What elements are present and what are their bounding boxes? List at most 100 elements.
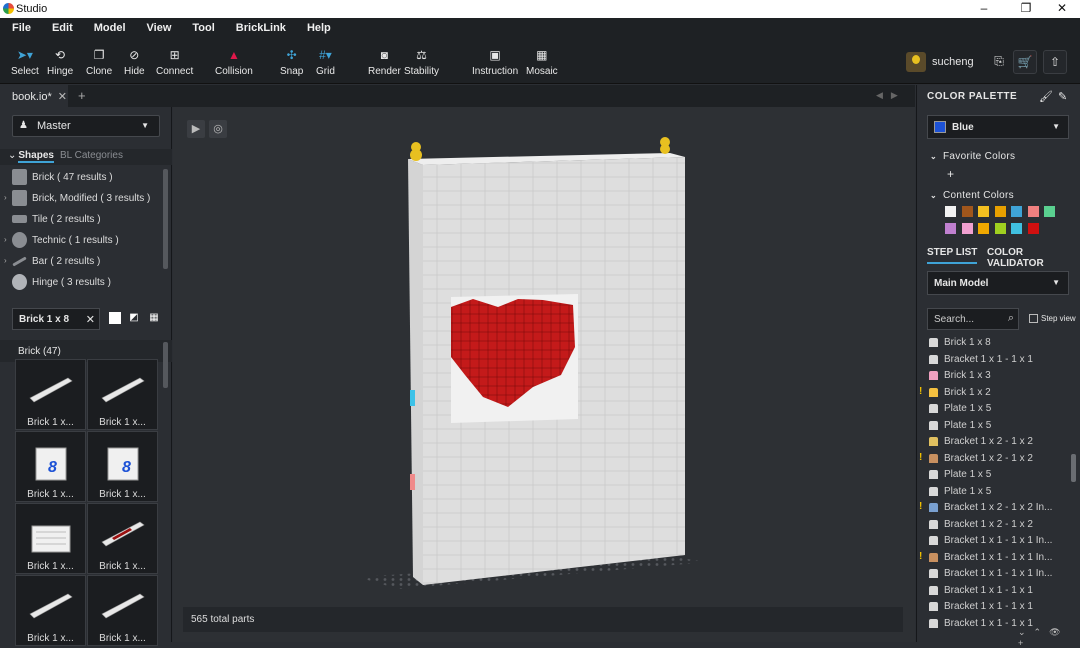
chevron-right-icon[interactable]: › [4, 193, 7, 202]
chevron-right-icon[interactable]: › [4, 256, 7, 265]
step-list-item[interactable]: ! Bracket 1 x 2 - 1 x 2 [917, 451, 1067, 467]
menu-tool[interactable]: Tool [192, 22, 214, 34]
step-list-item[interactable]: Bracket 1 x 1 - 1 x 1 In... [917, 533, 1067, 549]
color-swatch[interactable] [978, 206, 989, 217]
part-tile[interactable]: Brick 1 x... [87, 575, 158, 646]
view-solid-icon[interactable] [109, 312, 121, 324]
minimize-button[interactable]: – [970, 1, 998, 15]
part-tile[interactable]: Brick 1 x... [15, 575, 86, 646]
color-swatch[interactable] [1044, 206, 1055, 217]
login-icon[interactable]: ⎘ [987, 50, 1011, 74]
step-list-controls[interactable]: ⌄⌃👁+ [1018, 627, 1080, 648]
paint-bucket-icon[interactable]: 🖌 [1039, 90, 1053, 103]
tab-nav-arrows[interactable]: ◀▶ [876, 90, 906, 101]
chevron-right-icon[interactable]: › [4, 235, 7, 244]
category-item[interactable]: › Technic ( 1 results ) [0, 230, 165, 251]
step-list-item[interactable]: Bracket 1 x 1 - 1 x 1 [917, 599, 1067, 615]
lego-model[interactable] [173, 107, 915, 607]
color-swatch[interactable] [978, 223, 989, 234]
collision-tool-button[interactable]: ▲ Collision [215, 48, 253, 77]
favorite-colors-header[interactable]: ⌄ Favorite Colors [930, 151, 1015, 162]
category-scrollbar[interactable] [163, 169, 168, 269]
step-list-item[interactable]: Bracket 1 x 1 - 1 x 1 [917, 583, 1067, 599]
menu-file[interactable]: File [12, 22, 31, 34]
color-swatch[interactable] [1011, 223, 1022, 234]
content-colors-header[interactable]: ⌄ Content Colors [930, 190, 1014, 201]
category-item[interactable]: › Brick, Modified ( 3 results ) [0, 188, 165, 209]
add-tab-icon[interactable]: + [78, 88, 86, 103]
category-item[interactable]: › Bar ( 2 results ) [0, 251, 165, 272]
step-list-item[interactable]: Brick 1 x 3 [917, 368, 1067, 384]
select-tool-button[interactable]: ➤▾ Select [11, 48, 39, 77]
mosaic-tool-button[interactable]: ▦ Mosaic [526, 48, 558, 77]
hide-tool-button[interactable]: ⊘ Hide [124, 48, 145, 77]
3d-viewport[interactable]: ▶ ◎ 565 total parts [173, 107, 915, 642]
cart-icon[interactable]: 🛒 [1013, 50, 1037, 74]
add-favorite-icon[interactable]: + [947, 167, 954, 181]
step-list-item[interactable]: Bracket 1 x 2 - 1 x 2 [917, 517, 1067, 533]
step-view-checkbox[interactable]: Step view [1029, 314, 1076, 324]
close-button[interactable]: ✕ [1048, 1, 1076, 15]
render-tool-button[interactable]: ◙ Render [368, 48, 401, 77]
step-list-item[interactable]: ! Bracket 1 x 2 - 1 x 2 In... [917, 500, 1067, 516]
stability-tool-button[interactable]: ⚖ Stability [404, 48, 439, 77]
hinge-tool-button[interactable]: ⟲ Hinge [47, 48, 73, 77]
upload-icon[interactable]: ⇧ [1043, 50, 1067, 74]
eyedropper-icon[interactable]: ✎ [1058, 90, 1067, 103]
part-tile[interactable]: 8 Brick 1 x... [87, 431, 158, 502]
step-list-item[interactable]: Bracket 1 x 2 - 1 x 2 [917, 434, 1067, 450]
menu-edit[interactable]: Edit [52, 22, 73, 34]
color-swatch[interactable] [961, 206, 973, 217]
category-item[interactable]: Tile ( 2 results ) [0, 209, 165, 230]
model-select[interactable]: Main Model ▼ [927, 271, 1069, 295]
step-list-item[interactable]: Bracket 1 x 1 - 1 x 1 [917, 352, 1067, 368]
palette-select[interactable]: ♟ Master ▼ [12, 115, 160, 137]
part-tile[interactable]: Brick 1 x... [15, 359, 86, 430]
step-list-item[interactable]: Plate 1 x 5 [917, 418, 1067, 434]
menu-view[interactable]: View [147, 22, 172, 34]
restore-button[interactable]: ❐ [1012, 1, 1040, 15]
clear-search-icon[interactable]: ✕ [86, 313, 95, 326]
step-list-item[interactable]: ! Brick 1 x 2 [917, 385, 1067, 401]
color-select[interactable]: Blue ▼ [927, 115, 1069, 139]
clone-tool-button[interactable]: ❐ Clone [86, 48, 112, 77]
category-item[interactable]: Hinge ( 3 results ) [0, 272, 165, 293]
close-tab-icon[interactable]: ✕ [58, 91, 67, 103]
menu-model[interactable]: Model [94, 22, 126, 34]
step-list-item[interactable]: Plate 1 x 5 [917, 467, 1067, 483]
step-list-item[interactable]: Bracket 1 x 1 - 1 x 1 In... [917, 566, 1067, 582]
view-outline-icon[interactable]: ◩ [128, 312, 140, 324]
color-swatch[interactable] [994, 223, 1006, 234]
color-swatch[interactable] [1011, 206, 1022, 217]
menu-help[interactable]: Help [307, 22, 331, 34]
tab-color-validator[interactable]: COLOR VALIDATOR [987, 247, 1080, 269]
part-tile[interactable]: 8 Brick 1 x... [15, 431, 86, 502]
tab-book[interactable]: book.io* ✕ [0, 85, 68, 107]
color-swatch[interactable] [945, 206, 956, 217]
connect-tool-button[interactable]: ⊞ Connect [156, 48, 193, 77]
step-list-item[interactable]: Brick 1 x 8 [917, 335, 1067, 351]
step-list-item[interactable]: Plate 1 x 5 [917, 401, 1067, 417]
tab-step-list[interactable]: STEP LIST [927, 247, 978, 264]
color-swatch[interactable] [1027, 206, 1039, 217]
tab-shapes[interactable]: Shapes [18, 150, 54, 163]
step-list-item[interactable]: Plate 1 x 5 [917, 484, 1067, 500]
parts-scrollbar[interactable] [163, 342, 168, 388]
snap-tool-button[interactable]: ✣ Snap [280, 48, 303, 77]
step-list-item[interactable]: ! Bracket 1 x 1 - 1 x 1 In... [917, 550, 1067, 566]
view-grid-icon[interactable]: ▦ [148, 312, 160, 324]
color-swatch[interactable] [961, 223, 973, 234]
avatar[interactable] [906, 52, 926, 72]
step-scrollbar[interactable] [1071, 454, 1076, 482]
part-search-input[interactable]: Brick 1 x 8 ✕ [12, 308, 100, 330]
color-swatch[interactable] [945, 223, 956, 234]
color-swatch[interactable] [1027, 223, 1039, 234]
grid-tool-button[interactable]: #▾ Grid [316, 48, 335, 77]
menu-bricklink[interactable]: BrickLink [236, 22, 286, 34]
part-tile[interactable]: Brick 1 x... [87, 503, 158, 574]
category-item[interactable]: Brick ( 47 results ) [0, 167, 165, 188]
step-search-input[interactable]: Search... ⌕ [927, 308, 1019, 330]
color-swatch[interactable] [994, 206, 1006, 217]
tab-bl-categories[interactable]: BL Categories [60, 150, 123, 161]
part-tile[interactable]: Brick 1 x... [87, 359, 158, 430]
